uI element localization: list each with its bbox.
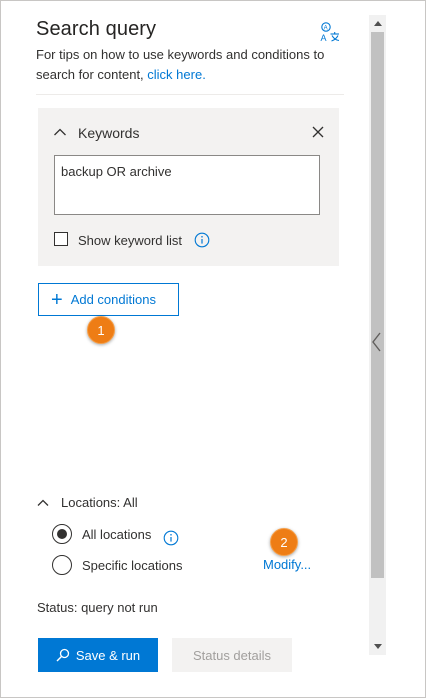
modify-locations-link[interactable]: Modify... — [263, 557, 311, 572]
search-query-panel: Search query A A For tips on how to use … — [0, 0, 426, 698]
save-and-run-button[interactable]: Save & run — [38, 638, 158, 672]
panel-title: Search query — [36, 18, 157, 40]
svg-text:A: A — [321, 33, 327, 43]
chevron-up-icon[interactable] — [37, 497, 49, 509]
specific-locations-radio[interactable] — [52, 555, 72, 575]
chevron-up-icon[interactable] — [53, 125, 67, 139]
show-keyword-list-label: Show keyword list — [78, 233, 183, 248]
keywords-header-label: Keywords — [78, 125, 140, 141]
show-keyword-list-checkbox[interactable] — [54, 232, 68, 246]
scroll-up-arrow-icon[interactable] — [369, 15, 386, 32]
locations-header-label: Locations: All — [61, 495, 138, 510]
info-icon[interactable] — [194, 232, 210, 248]
scrollbar-thumb[interactable] — [371, 32, 384, 578]
tips-link[interactable]: click here. — [147, 67, 206, 82]
keywords-input[interactable] — [54, 155, 320, 215]
add-conditions-label: Add conditions — [70, 292, 156, 307]
scroll-down-arrow-icon[interactable] — [369, 638, 386, 655]
callout-badge-2: 2 — [270, 528, 298, 556]
divider — [36, 94, 344, 95]
info-icon[interactable] — [163, 530, 179, 546]
add-conditions-button[interactable]: + Add conditions — [38, 283, 179, 316]
status-details-button: Status details — [172, 638, 292, 672]
chevron-left-icon[interactable] — [370, 331, 384, 353]
query-status-text: Status: query not run — [37, 600, 158, 615]
close-icon[interactable] — [311, 125, 325, 139]
panel-subtitle: For tips on how to use keywords and cond… — [36, 45, 326, 85]
plus-icon: + — [51, 288, 63, 311]
specific-locations-label: Specific locations — [82, 558, 183, 573]
save-and-run-label: Save & run — [75, 647, 141, 663]
all-locations-label: All locations — [82, 527, 152, 542]
all-locations-radio[interactable] — [52, 524, 72, 544]
svg-text:A: A — [324, 25, 328, 31]
search-icon — [56, 648, 69, 662]
callout-badge-1: 1 — [87, 316, 115, 344]
language-translate-icon[interactable]: A A — [319, 21, 341, 43]
